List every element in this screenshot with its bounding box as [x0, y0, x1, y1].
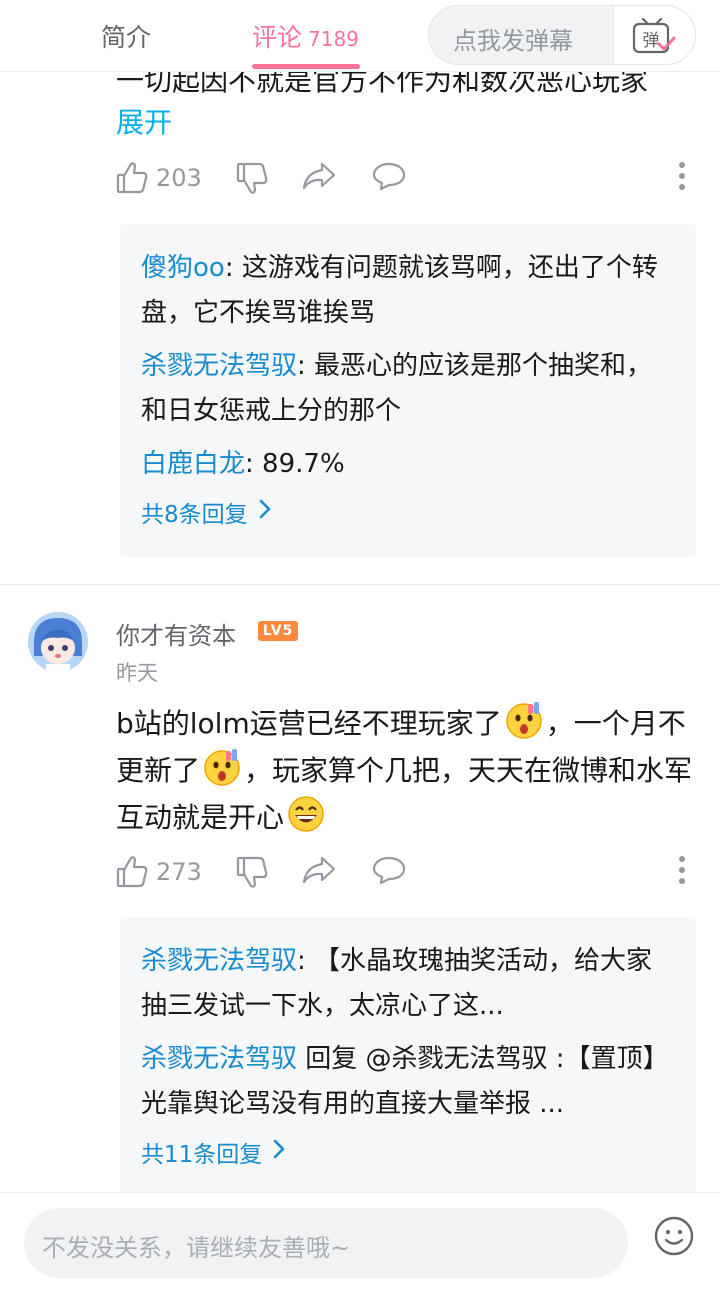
share-button[interactable] — [302, 161, 336, 191]
more-vertical-icon — [678, 855, 686, 885]
tab-intro[interactable]: 简介 — [101, 18, 151, 54]
comment-username[interactable]: 你才有资本 — [116, 616, 236, 651]
view-all-replies-link[interactable]: 共11条回复 — [141, 1135, 676, 1169]
like-count: 203 — [156, 164, 202, 192]
thumbs-down-icon — [236, 855, 268, 889]
avatar[interactable] — [28, 612, 88, 672]
comment-actions: 203 — [116, 161, 686, 201]
more-options-button[interactable] — [678, 855, 686, 885]
more-vertical-icon — [678, 161, 686, 191]
reply-preview-box[interactable]: 杀戮无法驾驭: 【水晶玫瑰抽奖活动，给大家抽三发试一下水，太凉心了这... 杀戮… — [120, 917, 696, 1192]
active-tab-indicator — [252, 64, 360, 69]
reply-item: 杀戮无法驾驭: 【水晶玫瑰抽奖活动，给大家抽三发试一下水，太凉心了这... — [141, 946, 653, 1021]
comment-timestamp: 昨天 — [116, 661, 158, 685]
thumbs-up-icon — [116, 855, 148, 889]
reply-item: 白鹿白龙: 89.7% — [141, 449, 345, 479]
chat-bubble-icon — [372, 161, 406, 191]
comment-list: 一切起因不就是官方不作为和数次恶心玩家 展开 203 傻狗oo: 这游戏有问题就… — [0, 0, 720, 1192]
thumbs-down-icon — [236, 161, 268, 195]
reply-username[interactable]: 杀戮无法驾驭 — [141, 1044, 297, 1074]
view-all-replies-link[interactable]: 共8条回复 — [141, 495, 676, 529]
reply-username[interactable]: 白鹿白龙 — [141, 449, 245, 479]
comment-input-placeholder: 不发没关系，请继续友善哦~ — [42, 1234, 351, 1262]
comment-input-bar: 不发没关系，请继续友善哦~ — [0, 1192, 720, 1292]
reply-preview-box[interactable]: 傻狗oo: 这游戏有问题就该骂啊，还出了个转盘，它不挨骂谁挨骂 杀戮无法驾驭: … — [120, 224, 696, 557]
more-options-button[interactable] — [678, 161, 686, 191]
danmaku-toggle-button[interactable]: 弹 — [613, 6, 695, 64]
share-button[interactable] — [302, 855, 336, 885]
thumbs-up-icon — [116, 161, 148, 195]
like-button[interactable]: 203 — [116, 161, 202, 195]
chevron-right-icon — [248, 498, 272, 526]
svg-text:弹: 弹 — [643, 31, 660, 51]
reply-item: 傻狗oo: 这游戏有问题就该骂啊，还出了个转盘，它不挨骂谁挨骂 — [141, 253, 658, 328]
reply-item: 杀戮无法驾驭: 最恶心的应该是那个抽奖和，和日女惩戒上分的那个 — [141, 351, 653, 426]
expand-link[interactable]: 展开 — [116, 100, 172, 146]
grin-emoji-icon — [286, 794, 326, 834]
emoji-button[interactable] — [652, 1214, 696, 1262]
surprised-emoji-icon — [504, 700, 544, 740]
comment-count: 7189 — [308, 27, 359, 51]
comment-input[interactable]: 不发没关系，请继续友善哦~ — [24, 1208, 628, 1278]
tab-comments[interactable]: 评论 7189 — [252, 18, 359, 54]
chevron-right-icon — [262, 1138, 286, 1166]
share-icon — [302, 855, 336, 885]
comment-actions: 273 — [116, 855, 686, 895]
comment-divider — [0, 584, 720, 585]
surprised-emoji-icon — [202, 747, 242, 787]
dislike-button[interactable] — [236, 161, 268, 195]
like-count: 273 — [156, 858, 202, 886]
dislike-button[interactable] — [236, 855, 268, 889]
level-badge: LV5 — [258, 621, 298, 641]
reply-text: 89.7% — [262, 449, 345, 479]
danmaku-placeholder: 点我发弹幕 — [453, 27, 573, 55]
reply-username[interactable]: 杀戮无法驾驭 — [141, 946, 297, 976]
reply-item: 杀戮无法驾驭 回复 @杀戮无法驾驭 :【置顶】光靠舆论骂没有用的直接大量举报 .… — [141, 1037, 676, 1127]
reply-button[interactable] — [372, 855, 406, 885]
share-icon — [302, 161, 336, 191]
chat-bubble-icon — [372, 855, 406, 885]
tab-bar: 简介 评论 7189 点我发弹幕 弹 — [0, 0, 720, 72]
reply-button[interactable] — [372, 161, 406, 191]
smiley-icon — [652, 1216, 696, 1262]
reply-username[interactable]: 傻狗oo — [141, 253, 225, 283]
danmaku-input[interactable]: 点我发弹幕 弹 — [428, 5, 696, 65]
like-button[interactable]: 273 — [116, 855, 202, 889]
reply-username[interactable]: 杀戮无法驾驭 — [141, 351, 297, 381]
comment-text: b站的lolm运营已经不理玩家了 ，一个月不更新了 ，玩家算个几把，天天在微博和水军… — [116, 700, 696, 841]
